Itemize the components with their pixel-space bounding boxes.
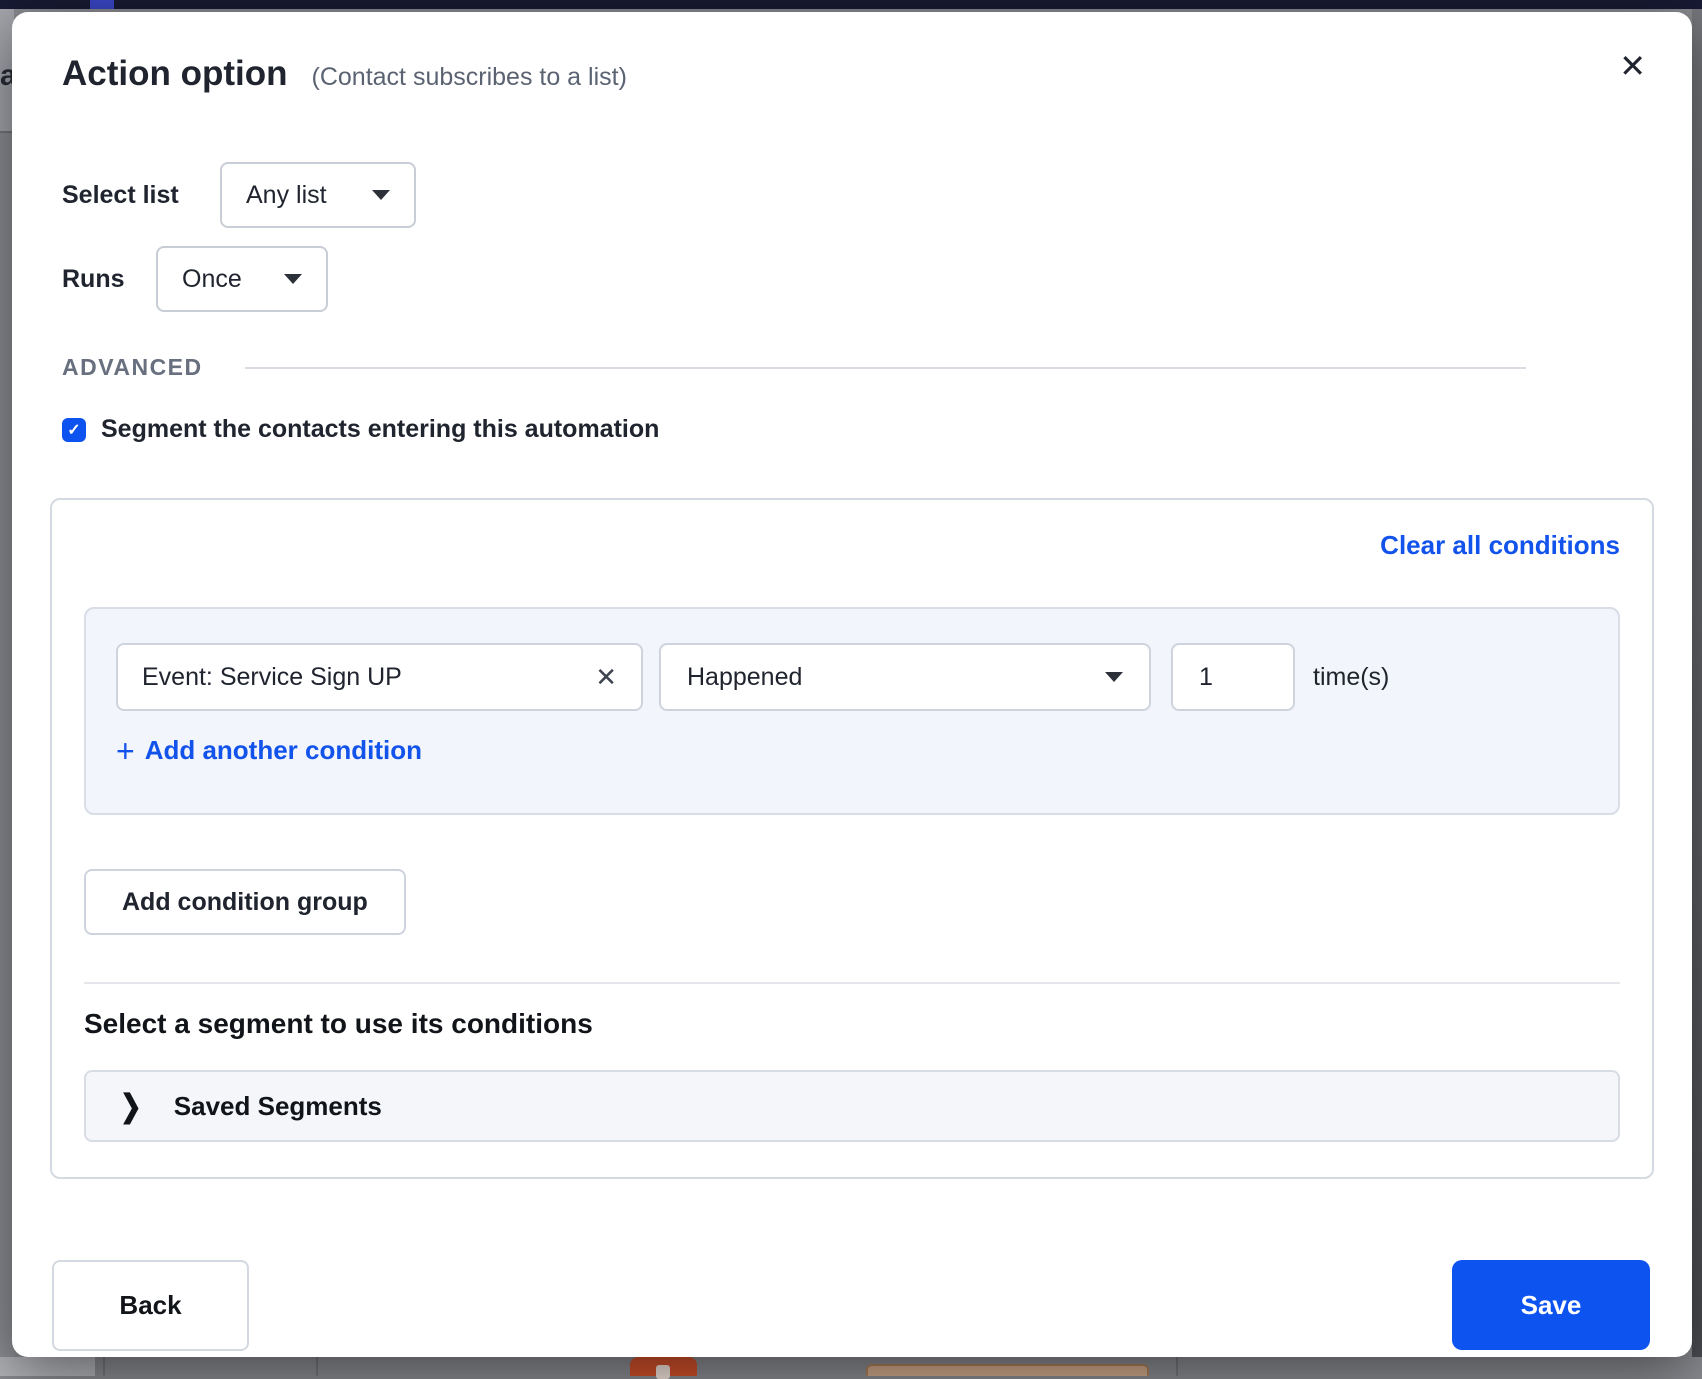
chevron-right-icon: ❯ [120, 1087, 142, 1124]
select-list-dropdown[interactable]: Any list [220, 162, 416, 228]
count-input[interactable] [1171, 643, 1295, 711]
segment-checkbox[interactable]: ✓ [62, 418, 86, 442]
event-condition-value: Event: Service Sign UP [142, 663, 402, 692]
condition-row: Event: Service Sign UP ✕ Happened time(s… [116, 643, 1588, 711]
add-another-condition-link[interactable]: + Add another condition [116, 735, 1588, 766]
chevron-down-icon [284, 274, 302, 284]
action-option-modal: Action option (Contact subscribes to a l… [12, 12, 1692, 1357]
select-list-row: Select list Any list [62, 162, 1654, 228]
clear-all-row: Clear all conditions [84, 530, 1620, 561]
background-canvas-line [103, 1357, 105, 1376]
back-button[interactable]: Back [52, 1260, 249, 1351]
operator-value: Happened [687, 663, 802, 692]
background-automation-node-icon [630, 1357, 697, 1376]
modal-header: Action option (Contact subscribes to a l… [50, 54, 1654, 94]
background-canvas-block [0, 1357, 95, 1376]
modal-footer: Back Save [50, 1260, 1654, 1351]
close-icon[interactable]: ✕ [1619, 50, 1646, 82]
segment-checkbox-label: Segment the contacts entering this autom… [101, 415, 659, 444]
background-top-nav-accent [90, 0, 114, 9]
advanced-divider [245, 367, 1526, 369]
chevron-down-icon [1105, 672, 1123, 682]
select-list-label: Select list [62, 181, 220, 210]
modal-subtitle: (Contact subscribes to a list) [312, 63, 627, 92]
event-condition-field[interactable]: Event: Service Sign UP ✕ [116, 643, 643, 711]
segment-heading: Select a segment to use its conditions [84, 1008, 1620, 1040]
add-condition-group-button[interactable]: Add condition group [84, 869, 406, 935]
operator-dropdown[interactable]: Happened [659, 643, 1151, 711]
segment-checkbox-row: ✓ Segment the contacts entering this aut… [62, 415, 1654, 444]
background-canvas-line [316, 1357, 318, 1376]
advanced-section-header: ADVANCED [62, 354, 1654, 381]
saved-segments-expander[interactable]: ❯ Saved Segments [84, 1070, 1620, 1142]
background-right-content [1692, 9, 1702, 1357]
condition-group: Event: Service Sign UP ✕ Happened time(s… [84, 607, 1620, 815]
add-another-condition-label: Add another condition [145, 735, 422, 766]
runs-dropdown[interactable]: Once [156, 246, 328, 312]
saved-segments-label: Saved Segments [174, 1091, 382, 1122]
plus-icon: + [116, 737, 135, 765]
background-automation-node-card [866, 1364, 1149, 1376]
runs-label: Runs [62, 265, 156, 294]
background-canvas-line [1176, 1357, 1178, 1376]
count-suffix-label: time(s) [1313, 663, 1389, 692]
chevron-down-icon [372, 190, 390, 200]
remove-condition-icon[interactable]: ✕ [595, 662, 617, 693]
background-canvas [0, 1357, 1702, 1376]
save-button[interactable]: Save [1452, 1260, 1650, 1350]
background-top-nav-bar [0, 0, 1702, 9]
panel-divider [84, 982, 1620, 984]
clear-all-conditions-link[interactable]: Clear all conditions [1380, 530, 1620, 560]
modal-title: Action option [62, 54, 288, 94]
runs-row: Runs Once [62, 246, 1654, 312]
advanced-label: ADVANCED [62, 354, 203, 381]
select-list-value: Any list [246, 181, 327, 210]
conditions-panel: Clear all conditions Event: Service Sign… [50, 498, 1654, 1179]
runs-value: Once [182, 265, 242, 294]
